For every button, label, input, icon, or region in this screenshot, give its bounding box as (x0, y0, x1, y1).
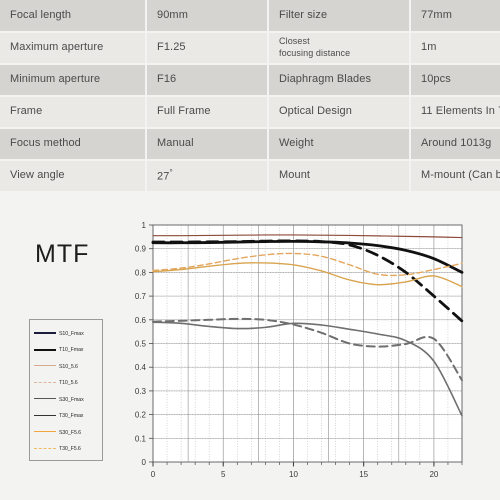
spec-label-cell: View angle (0, 160, 147, 193)
spec-value-cell: F1.25 (146, 32, 269, 65)
spec-label-cell: Filter size (268, 0, 411, 33)
spec-label-cell: Focus method (0, 128, 147, 161)
lens-specification-table: Focal length 90mm Filter size 77mm Maximum a… (0, 0, 500, 193)
table-row: Maximum aperture F1.25 Closest focusing dis… (0, 32, 500, 65)
spec-value-cell: 10pcs (410, 64, 500, 97)
x-tick-label: 10 (289, 470, 298, 479)
spec-value-cell: Around 1013g (410, 128, 500, 161)
table-row: View angle27°MountM-mount (Can be Adapte… (0, 160, 500, 193)
spec-label-cell: Frame (0, 96, 147, 129)
spec-table-body: Focal length 90mm Filter size 77mm Maximum a… (0, 0, 500, 193)
spec-label-cell: Weight (268, 128, 411, 161)
y-tick-label: 0.9 (135, 245, 147, 254)
y-tick-label: 0.2 (135, 411, 147, 420)
spec-label-cell: Diaphragm Blades (268, 64, 411, 97)
spec-value-cell: M-mount (Can be Adapter ) (410, 160, 500, 193)
spec-label-cell: Maximum aperture (0, 32, 147, 65)
spec-value-cell: 27° (146, 160, 269, 193)
spec-value-cell: F16 (146, 64, 269, 97)
spec-value-cell: 90mm (146, 0, 269, 33)
y-tick-label: 1 (142, 221, 147, 230)
spec-value-cell: 77mm (410, 0, 500, 33)
x-tick-label: 5 (221, 470, 226, 479)
spec-label-cell: Mount (268, 160, 411, 193)
x-tick-label: 15 (359, 470, 368, 479)
spec-value-cell: 1m (410, 32, 500, 65)
table-row: Minimum aperture F16 Diaphragm Blades 10pcs (0, 64, 500, 97)
y-tick-label: 0.8 (135, 268, 147, 277)
table-row: Focal length 90mm Filter size 77mm (0, 0, 500, 33)
x-tick-label: 0 (151, 470, 156, 479)
spec-label-cell: Closest focusing distance (268, 32, 411, 65)
x-tick-label: 20 (429, 470, 438, 479)
y-tick-label: 0.3 (135, 387, 147, 396)
spec-label-cell: Focal length (0, 0, 147, 33)
y-tick-label: 0.7 (135, 292, 147, 301)
mtf-plot: 00.10.20.30.40.50.60.70.80.910 5 10 15 20 (135, 221, 464, 479)
y-tick-label: 0.5 (135, 340, 147, 349)
spec-label-cell: Optical Design (268, 96, 411, 129)
product-spec-and-mtf-page: Focal length 90mm Filter size 77mm Maximum a… (0, 0, 500, 500)
y-tick-label: 0.1 (135, 434, 147, 443)
y-tick-label: 0.4 (135, 363, 147, 372)
y-tick-label: 0 (142, 458, 147, 467)
table-row: Focus method Manual Weight Around 1013g (0, 128, 500, 161)
y-tick-label: 0.6 (135, 316, 147, 325)
spec-value-cell: Full Frame (146, 96, 269, 129)
table-row: Frame Full Frame Optical Design 11 Elements… (0, 96, 500, 129)
spec-value-cell: 11 Elements In 7 Groups (410, 96, 500, 129)
spec-label-cell: Minimum aperture (0, 64, 147, 97)
spec-value-cell: Manual (146, 128, 269, 161)
